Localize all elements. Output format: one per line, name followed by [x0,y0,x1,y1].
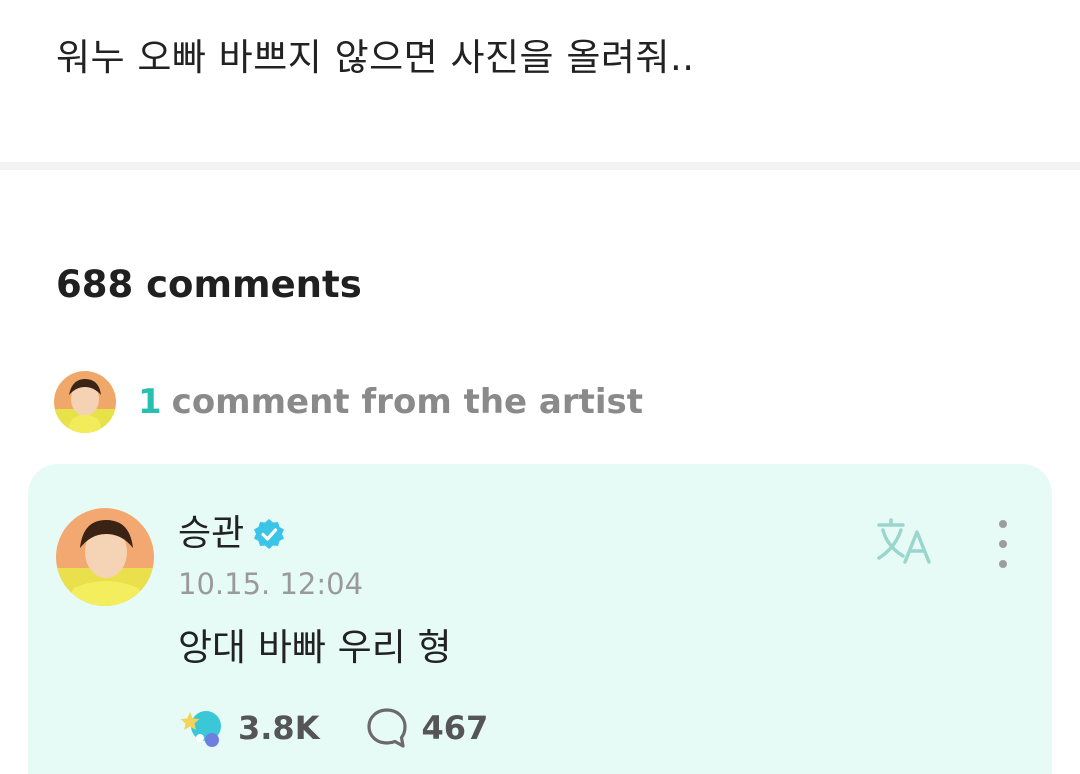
comment-bubble-icon [367,708,408,748]
like-button[interactable]: 3.8K [178,706,319,750]
like-count: 3.8K [238,709,320,747]
artist-comments-filter[interactable]: 1 comment from the artist [54,370,643,434]
translate-icon [877,518,931,564]
artist-comment-summary: 1 comment from the artist [138,382,643,422]
artist-comment-label: comment from the artist [171,382,644,422]
translate-button[interactable] [876,516,936,566]
artist-avatar [54,371,116,433]
comment-body: 앙대 바빠 우리 형 [178,626,452,669]
artist-comment-count: 1 [138,382,162,422]
author-avatar[interactable] [56,508,154,606]
artist-comment-card[interactable]: 승관 10.15. 12:04 앙대 바빠 우리 형 3.8K 467 [28,464,1052,774]
comment-timestamp: 10.15. 12:04 [178,567,364,601]
comment-actions: 3.8K 467 [178,700,488,756]
verified-badge-icon [254,519,285,549]
section-divider [0,162,1080,170]
author-name[interactable]: 승관 [178,510,244,558]
more-vertical-icon [999,520,1007,528]
more-options-button[interactable] [986,520,1020,568]
author-row: 승관 [178,510,286,558]
reply-count: 467 [421,709,489,747]
post-detail-page: 워누 오빠 바쁘지 않으면 사진을 올려줘.. 688 comments 1 co… [0,0,1080,774]
comments-count: 688 comments [56,263,362,306]
like-reaction-icon [180,711,221,747]
reply-button[interactable]: 467 [365,706,488,750]
post-text: 워누 오빠 바쁘지 않으면 사진을 올려줘.. [56,36,695,79]
